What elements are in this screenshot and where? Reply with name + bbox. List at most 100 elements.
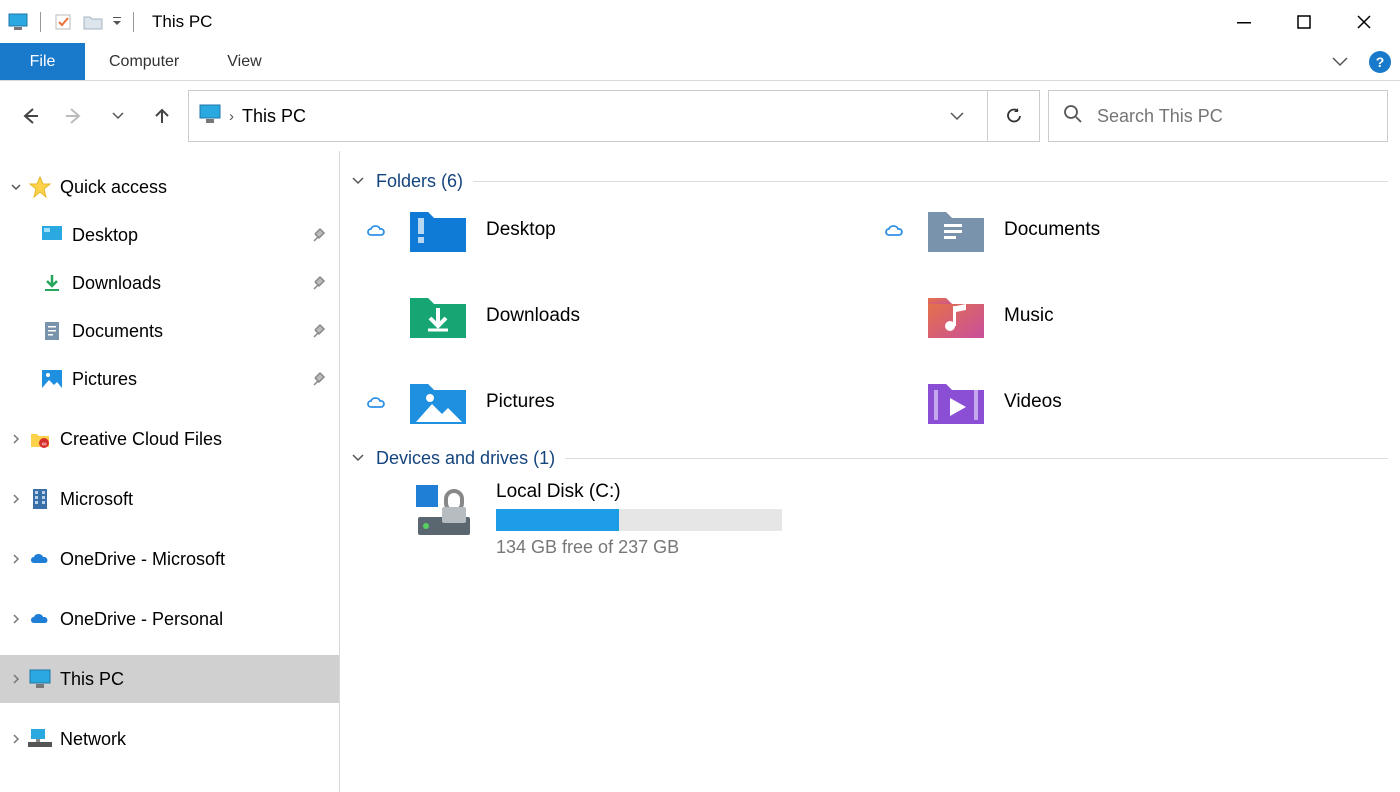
- tab-view[interactable]: View: [203, 43, 285, 80]
- search-box[interactable]: [1048, 90, 1388, 142]
- network-icon: [28, 727, 52, 751]
- drives-count-label: Devices and drives (1): [376, 448, 555, 469]
- sidebar-item-this-pc[interactable]: This PC: [0, 655, 339, 703]
- pc-icon: [28, 667, 52, 691]
- chevron-right-icon[interactable]: [4, 611, 28, 627]
- address-bar[interactable]: › This PC: [188, 90, 988, 142]
- desktop-icon: [40, 223, 64, 247]
- sidebar-item-label: This PC: [60, 669, 329, 690]
- chevron-down-icon[interactable]: [4, 179, 28, 195]
- onedrive-icon: [28, 607, 52, 631]
- sidebar-quick-access[interactable]: Quick access: [0, 163, 339, 211]
- chevron-right-icon[interactable]: [4, 671, 28, 687]
- folder-icon: [406, 204, 470, 256]
- folder-label: Videos: [1004, 391, 1062, 413]
- sidebar-item-onedrive-ms[interactable]: OneDrive - Microsoft: [0, 535, 339, 583]
- drives-group-header[interactable]: Devices and drives (1): [352, 448, 1388, 469]
- folder-item[interactable]: Documents: [880, 204, 1388, 256]
- nav-row: › This PC: [0, 81, 1400, 151]
- refresh-button[interactable]: [988, 90, 1040, 142]
- sidebar-item-label: Microsoft: [60, 489, 329, 510]
- sidebar-item-documents[interactable]: Documents: [0, 307, 339, 355]
- creative-cloud-icon: ∞: [28, 427, 52, 451]
- help-button[interactable]: ?: [1360, 43, 1400, 80]
- drive-free-text: 134 GB free of 237 GB: [496, 537, 782, 558]
- folder-icon: [924, 290, 988, 342]
- folder-label: Documents: [1004, 219, 1100, 241]
- sidebar-item-desktop[interactable]: Desktop: [0, 211, 339, 259]
- chevron-right-icon[interactable]: [4, 731, 28, 747]
- file-tab[interactable]: File: [0, 43, 85, 80]
- sidebar-item-network[interactable]: Network: [0, 715, 339, 763]
- chevron-right-icon[interactable]: [4, 551, 28, 567]
- sidebar-item-label: Pictures: [72, 369, 309, 390]
- qat-folder-icon[interactable]: [81, 10, 105, 34]
- chevron-down-icon[interactable]: [352, 452, 370, 466]
- folder-icon: [406, 290, 470, 342]
- documents-icon: [40, 319, 64, 343]
- up-button[interactable]: [144, 98, 180, 134]
- sidebar-item-label: Desktop: [72, 225, 309, 246]
- folder-item[interactable]: Videos: [880, 376, 1388, 428]
- drive-icon: [412, 481, 480, 541]
- sidebar-item-label: Creative Cloud Files: [60, 429, 329, 450]
- sidebar-item-pictures[interactable]: Pictures: [0, 355, 339, 403]
- recent-dropdown[interactable]: [100, 98, 136, 134]
- ribbon-collapse-button[interactable]: [1320, 43, 1360, 80]
- chevron-right-icon[interactable]: [4, 491, 28, 507]
- sidebar-item-label: Network: [60, 729, 329, 750]
- pin-icon: [309, 225, 329, 246]
- sidebar-item-label: Quick access: [60, 177, 329, 198]
- address-dropdown[interactable]: [937, 108, 977, 125]
- main-content: Folders (6) Desktop Documents Downloads …: [340, 151, 1400, 792]
- pc-icon: [6, 10, 30, 34]
- chevron-down-icon[interactable]: [352, 175, 370, 189]
- downloads-icon: [40, 271, 64, 295]
- svg-text:∞: ∞: [42, 441, 47, 448]
- folder-item[interactable]: Downloads: [362, 290, 870, 342]
- drive-usage-bar: [496, 509, 782, 531]
- drive-label: Local Disk (C:): [496, 481, 782, 503]
- sidebar-item-label: Documents: [72, 321, 309, 342]
- search-input[interactable]: [1097, 106, 1373, 127]
- folder-label: Downloads: [486, 305, 580, 327]
- qat-properties-icon[interactable]: [51, 10, 75, 34]
- onedrive-icon: [28, 547, 52, 571]
- maximize-button[interactable]: [1274, 0, 1334, 43]
- sidebar-item-microsoft[interactable]: Microsoft: [0, 475, 339, 523]
- folder-item[interactable]: Music: [880, 290, 1388, 342]
- forward-button[interactable]: [56, 98, 92, 134]
- folder-label: Pictures: [486, 391, 555, 413]
- cloud-icon: [362, 394, 390, 410]
- qat-dropdown-icon[interactable]: [111, 13, 123, 30]
- close-button[interactable]: [1334, 0, 1394, 43]
- pin-icon: [309, 273, 329, 294]
- sidebar-item-downloads[interactable]: Downloads: [0, 259, 339, 307]
- chevron-right-icon[interactable]: [4, 431, 28, 447]
- pin-icon: [309, 321, 329, 342]
- back-button[interactable]: [12, 98, 48, 134]
- titlebar: This PC: [0, 0, 1400, 43]
- pc-icon: [199, 104, 221, 128]
- folder-icon: [924, 376, 988, 428]
- building-icon: [28, 487, 52, 511]
- folder-item[interactable]: Desktop: [362, 204, 870, 256]
- pin-icon: [309, 369, 329, 390]
- sidebar-item-label: OneDrive - Microsoft: [60, 549, 329, 570]
- tab-computer[interactable]: Computer: [85, 43, 203, 80]
- sidebar-item-label: OneDrive - Personal: [60, 609, 329, 630]
- minimize-button[interactable]: [1214, 0, 1274, 43]
- breadcrumb-separator-icon: ›: [229, 108, 234, 125]
- folders-count-label: Folders (6): [376, 171, 463, 192]
- breadcrumb[interactable]: This PC: [242, 106, 929, 127]
- cloud-icon: [362, 222, 390, 238]
- folder-item[interactable]: Pictures: [362, 376, 870, 428]
- window-title: This PC: [152, 12, 212, 32]
- folders-group-header[interactable]: Folders (6): [352, 171, 1388, 192]
- drive-item[interactable]: Local Disk (C:) 134 GB free of 237 GB: [412, 481, 1388, 558]
- sidebar-item-onedrive-personal[interactable]: OneDrive - Personal: [0, 595, 339, 643]
- ribbon: File Computer View ?: [0, 43, 1400, 81]
- sidebar-item-creative-cloud[interactable]: ∞ Creative Cloud Files: [0, 415, 339, 463]
- sidebar: Quick access Desktop Downloads: [0, 151, 340, 792]
- cloud-icon: [880, 222, 908, 238]
